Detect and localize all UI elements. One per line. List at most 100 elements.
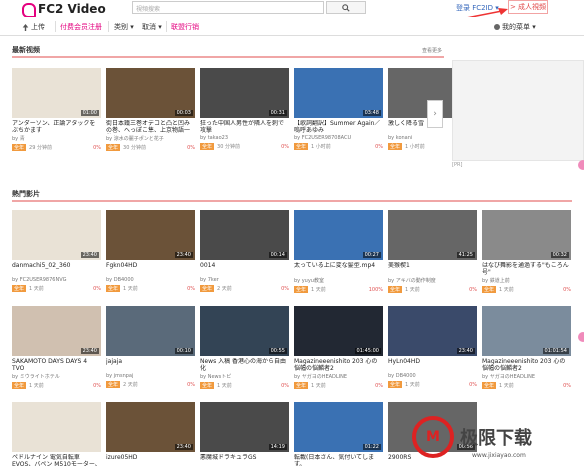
video-meta: 全年 1 天前 0% bbox=[106, 285, 195, 292]
video-thumbnail[interactable]: 00:27 bbox=[294, 210, 383, 260]
video-title[interactable]: News 入稿 香港心の海から自由化 bbox=[200, 358, 289, 372]
rating-badge: 全年 bbox=[106, 144, 121, 151]
video-title[interactable]: 狂った中国人男性が隣人を刺で攻撃 bbox=[200, 120, 289, 134]
video-title[interactable]: ペドルナイン 電気自転車 EVOS、バペン M510モーター、ホイー... bbox=[12, 454, 101, 466]
my-menu-label: 我的菜单 ▾ bbox=[502, 23, 536, 31]
video-uploader[interactable]: by FC2USER98708ACU bbox=[294, 135, 383, 141]
video-title[interactable]: Magazineeenishito 203 心の悩幅の悩麟者2 bbox=[482, 358, 571, 372]
video-title[interactable]: 【歌詞翻訳】Summer Again／嗚呼あゆみ bbox=[294, 120, 383, 134]
video-card[interactable]: 23:40 izure05HD bbox=[106, 402, 195, 466]
video-card[interactable]: 01:01:54 Magazineeenishito 203 心の悩幅の悩麟者2 b… bbox=[482, 306, 571, 389]
video-uploader[interactable]: by DB4000 bbox=[106, 277, 195, 283]
video-thumbnail[interactable]: 00:55 bbox=[200, 306, 289, 356]
video-thumbnail[interactable]: 01:45:00 bbox=[294, 306, 383, 356]
video-thumbnail[interactable]: 23:40 bbox=[388, 306, 477, 356]
carousel-next-button[interactable]: › bbox=[427, 100, 443, 128]
video-title[interactable]: HyLn04HD bbox=[388, 358, 477, 372]
video-title[interactable]: SAKAMOTO DAYS DAYS 4 TVO bbox=[12, 358, 101, 372]
video-thumbnail[interactable]: 03:48 bbox=[294, 68, 383, 118]
video-title[interactable]: 太っている上に変な髪型.mp4 bbox=[294, 262, 383, 276]
video-title[interactable]: izure05HD bbox=[106, 454, 195, 466]
video-title[interactable]: 街日本鐵三巻オデコと凸と凹みの巻、へっぽこ隼、上京物語一巻 bbox=[106, 120, 195, 134]
video-thumbnail[interactable]: 00:14 bbox=[200, 210, 289, 260]
video-uploader[interactable]: by DB4000 bbox=[388, 373, 477, 379]
video-uploader[interactable]: by 鉄道上前 bbox=[482, 277, 571, 284]
ranking-menu[interactable]: 取消 ▾ bbox=[142, 22, 162, 32]
video-uploader[interactable]: by takao23 bbox=[200, 135, 289, 141]
video-thumbnail[interactable]: 23:40 bbox=[12, 210, 101, 260]
video-card[interactable]: 23:40 SAKAMOTO DAYS DAYS 4 TVO by ミウライトホテル… bbox=[12, 306, 101, 389]
video-card[interactable]: 03:48 【歌詞翻訳】Summer Again／嗚呼あゆみ by FC2USER9… bbox=[294, 68, 383, 150]
video-thumbnail[interactable]: 01:01:54 bbox=[482, 306, 571, 356]
video-thumbnail[interactable]: 00:03 bbox=[106, 68, 195, 118]
video-card[interactable]: 00:03 街日本鐵三巻オデコと凸と凹みの巻、へっぽこ隼、上京物語一巻by 涼水の… bbox=[106, 68, 195, 151]
video-time: 1 天前 bbox=[499, 287, 514, 293]
video-uploader[interactable]: by FC2USER9876NVG bbox=[12, 277, 101, 283]
my-menu[interactable]: 我的菜单 ▾ bbox=[494, 22, 536, 32]
video-title[interactable]: 転載(日本さん、気付いてします。 bbox=[294, 454, 383, 466]
search-button[interactable] bbox=[326, 1, 366, 14]
video-title[interactable]: danmachi5_02_360 bbox=[12, 262, 101, 276]
video-card[interactable]: 00:55 News 入稿 香港心の海から自由化 by Newsトピ 全年 1 天前 0% bbox=[200, 306, 289, 389]
video-uploader[interactable]: by Newsトピ bbox=[200, 373, 289, 380]
search-input[interactable]: 視頻搜索 bbox=[132, 1, 324, 14]
video-thumbnail[interactable]: 01:00 bbox=[12, 68, 101, 118]
video-thumbnail[interactable]: 01:22 bbox=[294, 402, 383, 452]
rating-badge: 全年 bbox=[294, 382, 309, 389]
video-card[interactable]: 01:45:00 Magazineeenishito 203 心の悩幅の悩麟者2 b… bbox=[294, 306, 383, 389]
video-title[interactable]: 美猴楔1 bbox=[388, 262, 477, 276]
floating-bubble[interactable] bbox=[578, 332, 584, 342]
video-card[interactable]: 23:40 HyLn04HD by DB4000 全年 1 天前 0% bbox=[388, 306, 477, 388]
side-ad-panel[interactable] bbox=[452, 60, 584, 161]
video-title[interactable]: Fgkn04HD bbox=[106, 262, 195, 276]
video-card[interactable]: 01:00 アンダーソン、正論アタックをぶちかます by 青全年 29 分钟前 0% bbox=[12, 68, 101, 151]
video-uploader[interactable]: by jmsnpaj bbox=[106, 373, 195, 379]
video-uploader[interactable]: by yuyu教室 bbox=[294, 277, 383, 284]
popular-divider bbox=[12, 200, 572, 202]
video-uploader[interactable]: by ミウライトホテル bbox=[12, 373, 101, 380]
video-card[interactable]: 41:25 美猴楔1 by アキバの動作制度 全年 1 天前 0% bbox=[388, 210, 477, 293]
video-thumbnail[interactable]: 00:32 bbox=[482, 210, 571, 260]
video-card[interactable]: 23:40 Fgkn04HD by DB4000 全年 1 天前 0% bbox=[106, 210, 195, 292]
video-card[interactable]: 23:40 danmachi5_02_360 by FC2USER9876NVG 全年… bbox=[12, 210, 101, 292]
video-thumbnail[interactable]: 41:25 bbox=[388, 210, 477, 260]
upload-button[interactable]: 上传 bbox=[22, 22, 45, 32]
video-uploader[interactable]: by ヤガヨのHEADLINE bbox=[482, 373, 571, 380]
fc2-logo[interactable]: FC2 Video bbox=[22, 2, 106, 18]
video-uploader[interactable]: by 涼水の麗子ポンと花子 bbox=[106, 135, 195, 142]
video-uploader[interactable]: by アキバの動作制度 bbox=[388, 277, 477, 284]
video-uploader[interactable]: by ヤガヨのHEADLINE bbox=[294, 373, 383, 380]
video-card[interactable]: 00:31 狂った中国人男性が隣人を刺で攻撃 by takao23 全年 30 分钟前 0… bbox=[200, 68, 289, 150]
video-thumbnail[interactable]: 00:10 bbox=[106, 306, 195, 356]
video-thumbnail[interactable]: 23:40 bbox=[106, 402, 195, 452]
video-title[interactable]: Magazineeenishito 203 心の悩幅の悩麟者2 bbox=[294, 358, 383, 372]
video-thumbnail[interactable] bbox=[12, 402, 101, 452]
latest-more-link[interactable]: 查看更多 bbox=[422, 47, 442, 54]
video-card[interactable]: 14:19 悪魔城ドラキュラGS bbox=[200, 402, 289, 466]
affiliate-link[interactable]: 联盟行销 bbox=[171, 22, 199, 32]
video-uploader[interactable]: by 青 bbox=[12, 135, 101, 142]
video-uploader[interactable]: by 7ker bbox=[200, 277, 289, 283]
video-title[interactable]: はなび舞影を通過する"もころん号" bbox=[482, 262, 571, 276]
popular-section-title: 熱門影片 bbox=[12, 190, 40, 198]
category-menu[interactable]: 类别 ▾ bbox=[114, 22, 134, 32]
video-title[interactable]: 0014 bbox=[200, 262, 289, 276]
video-thumbnail[interactable]: 00:31 bbox=[200, 68, 289, 118]
video-title[interactable]: 悪魔城ドラキュラGS bbox=[200, 454, 289, 466]
video-card[interactable]: 00:10 jajaja by jmsnpaj 全年 2 天前 0% bbox=[106, 306, 195, 388]
video-title[interactable]: jajaja bbox=[106, 358, 195, 372]
video-thumbnail[interactable]: 23:40 bbox=[12, 306, 101, 356]
video-thumbnail[interactable]: 23:40 bbox=[106, 210, 195, 260]
video-card[interactable]: ペドルナイン 電気自転車 EVOS、バペン M510モーター、ホイー... bbox=[12, 402, 101, 466]
video-card[interactable]: 00:32 はなび舞影を通過する"もころん号" by 鉄道上前 全年 1 天前 0% bbox=[482, 210, 571, 293]
video-card[interactable]: 00:27 太っている上に変な髪型.mp4 by yuyu教室 全年 1 天前 100% bbox=[294, 210, 383, 293]
video-card[interactable]: 00:14 0014 by 7ker 全年 2 天前 0% bbox=[200, 210, 289, 292]
video-thumbnail[interactable]: 14:19 bbox=[200, 402, 289, 452]
adult-video-button[interactable]: > 成人視頻 bbox=[508, 0, 548, 14]
rating-percent: 0% bbox=[563, 286, 571, 293]
video-title[interactable]: アンダーソン、正論アタックをぶちかます bbox=[12, 120, 101, 134]
video-card[interactable]: 01:22 転載(日本さん、気付いてします。 bbox=[294, 402, 383, 466]
premium-register-link[interactable]: 付费会员注册 bbox=[60, 22, 102, 32]
video-time: 1 天前 bbox=[405, 287, 420, 293]
floating-bubble[interactable] bbox=[578, 160, 584, 170]
